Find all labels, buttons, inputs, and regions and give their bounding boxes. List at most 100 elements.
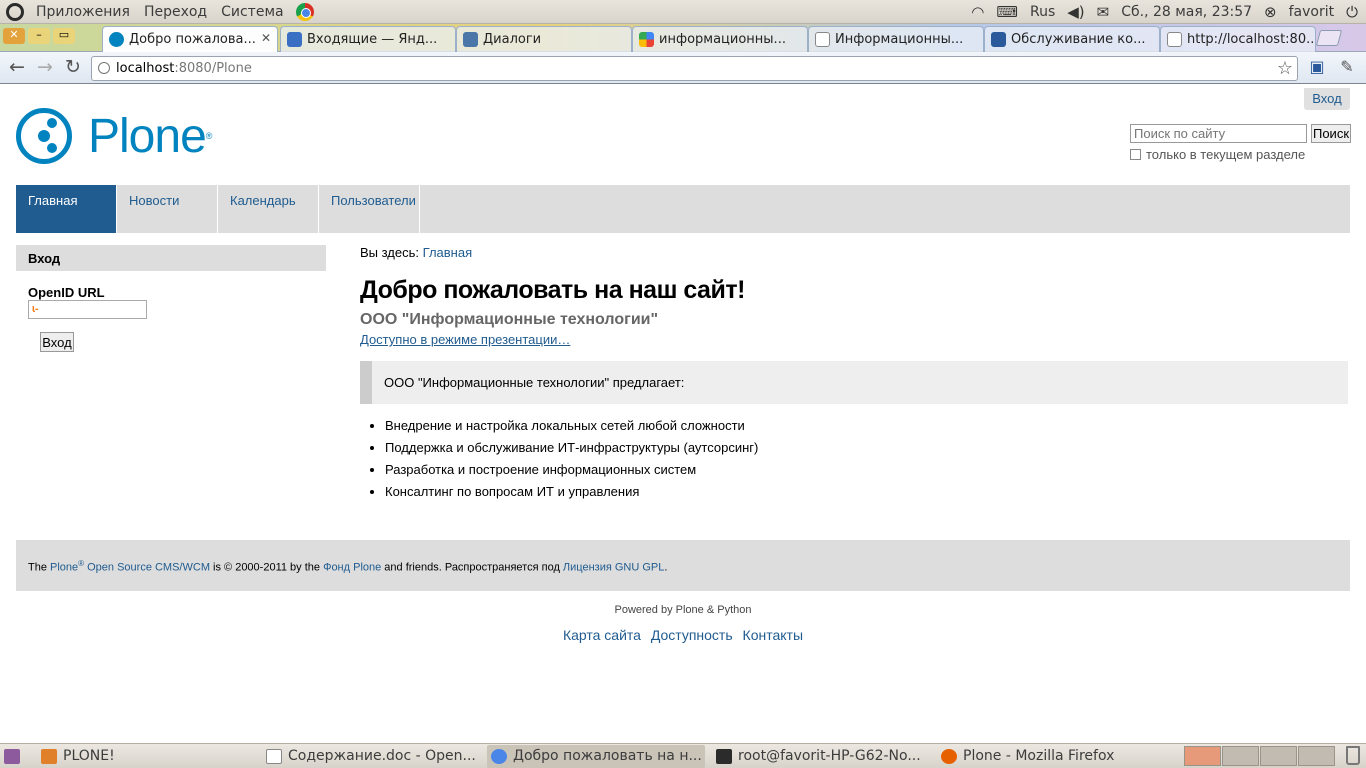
global-navigation: Главная Новости Календарь Пользователи <box>16 185 1350 233</box>
wifi-icon[interactable]: ◠ <box>971 3 984 21</box>
tab-1[interactable]: Входящие — Янд... <box>280 26 456 52</box>
breadcrumb-home-link[interactable]: Главная <box>423 245 472 260</box>
site-logo[interactable]: Plone ® <box>16 107 212 165</box>
page-info-icon[interactable] <box>98 62 110 74</box>
sitemap-link[interactable]: Карта сайта <box>563 627 641 643</box>
forward-icon[interactable]: → <box>34 57 56 79</box>
bookmark-star-icon[interactable]: ☆ <box>1277 57 1293 80</box>
maximize-window-icon[interactable]: ▭ <box>53 28 75 44</box>
taskbar-item[interactable]: Добро пожаловать на н... <box>487 745 705 768</box>
logo-text: Plone <box>88 109 207 163</box>
login-button[interactable]: Вход <box>40 332 74 352</box>
url-path: :8080/Plone <box>174 61 252 76</box>
back-icon[interactable]: ← <box>6 57 28 79</box>
minimize-window-icon[interactable]: – <box>28 28 50 44</box>
services-list: Внедрение и настройка локальных сетей лю… <box>360 418 1348 506</box>
volume-icon[interactable]: ◀) <box>1067 3 1084 21</box>
workspace-2[interactable] <box>1222 746 1259 766</box>
document-icon <box>1167 32 1182 47</box>
url-host: localhost <box>116 61 175 76</box>
clock[interactable]: Сб., 28 мая, 23:57 <box>1121 4 1252 20</box>
folder-icon <box>41 749 57 764</box>
chat-icon <box>463 32 478 47</box>
menu-system[interactable]: Система <box>219 4 285 20</box>
taskbar-item[interactable]: Plone - Mozilla Firefox <box>937 745 1155 768</box>
contact-link[interactable]: Контакты <box>743 627 803 643</box>
tab-users[interactable]: Пользователи <box>319 185 420 233</box>
reload-icon[interactable]: ↻ <box>62 57 84 79</box>
license-link[interactable]: Лицензия GNU GPL <box>563 562 664 574</box>
taskbar-item[interactable]: root@favorit-HP-G62-No... <box>712 745 930 768</box>
workspace-3[interactable] <box>1260 746 1297 766</box>
search-form: Поиск только в текущем разделе <box>1130 124 1351 162</box>
extension-icon[interactable]: ▣ <box>1306 57 1328 79</box>
power-icon[interactable]: ⏻ <box>1346 3 1358 21</box>
presentation-mode-link[interactable]: Доступно в режиме презентации… <box>360 332 1348 347</box>
registered-mark: ® <box>205 131 213 141</box>
menu-places[interactable]: Переход <box>142 4 209 20</box>
google-icon <box>639 32 654 47</box>
trash-icon[interactable] <box>1346 746 1360 765</box>
chrome-launcher-icon[interactable] <box>295 2 314 21</box>
mail-icon[interactable]: ✉ <box>1097 3 1110 21</box>
tab-calendar[interactable]: Календарь <box>218 185 319 233</box>
plone-logo-icon <box>16 108 72 164</box>
document-icon <box>815 32 830 47</box>
show-desktop-icon <box>4 749 20 764</box>
keyboard-icon[interactable]: ⌨ <box>996 3 1018 21</box>
tab-news[interactable]: Новости <box>117 185 218 233</box>
tab-home[interactable]: Главная <box>16 185 117 233</box>
taskbar-item-label: Содержание.doc - Open... <box>288 748 476 764</box>
plone-link[interactable]: Plone <box>50 562 78 574</box>
plone-icon <box>109 32 124 47</box>
taskbar-item[interactable]: Содержание.doc - Open... <box>262 745 480 768</box>
tab-6[interactable]: http://localhost:80... <box>1160 26 1316 52</box>
personal-login-link[interactable]: Вход <box>1304 88 1350 110</box>
tab-5[interactable]: Обслуживание ко... <box>984 26 1160 52</box>
taskbar-item-label: Plone - Mozilla Firefox <box>963 748 1115 764</box>
footer-text: . <box>664 561 668 574</box>
bottom-panel: PLONE! Содержание.doc - Open... Добро по… <box>0 743 1366 768</box>
tab-title: информационны... <box>659 32 786 47</box>
search-input[interactable] <box>1130 124 1307 143</box>
workspace-1[interactable] <box>1184 746 1221 766</box>
tab-2[interactable]: Диалоги <box>456 26 632 52</box>
user-name[interactable]: favorit <box>1289 4 1335 20</box>
terminal-icon <box>716 749 732 764</box>
tab-title: Диалоги <box>483 32 542 47</box>
show-desktop-button[interactable] <box>2 745 22 768</box>
taskbar-item[interactable]: PLONE! <box>37 745 255 768</box>
tab-3[interactable]: информационны... <box>632 26 808 52</box>
accessibility-link[interactable]: Доступность <box>651 627 733 643</box>
colophon[interactable]: Powered by Plone & Python <box>0 604 1366 616</box>
menu-applications[interactable]: Приложения <box>34 4 132 20</box>
close-window-icon[interactable]: ✕ <box>3 28 25 44</box>
page-title: Добро пожаловать на наш сайт! <box>360 276 745 304</box>
keyboard-layout[interactable]: Rus <box>1030 4 1055 20</box>
system-tray: ◠ ⌨ Rus ◀) ✉ Сб., 28 мая, 23:57 ⊗ favori… <box>971 3 1358 21</box>
address-bar[interactable]: localhost:8080/Plone ☆ <box>91 56 1298 81</box>
close-tab-icon[interactable]: ✕ <box>261 31 271 45</box>
tab-0[interactable]: Добро пожалова... ✕ <box>102 26 278 52</box>
footer-text: The <box>28 561 51 574</box>
tab-title: http://localhost:80... <box>1187 32 1316 47</box>
user-status-icon[interactable]: ⊗ <box>1264 3 1277 21</box>
list-item: Поддержка и обслуживание ИТ-инфраструкту… <box>385 440 1348 462</box>
plone-foundation-link[interactable]: Фонд Plone <box>323 562 381 574</box>
current-section-checkbox[interactable] <box>1130 149 1141 160</box>
search-button[interactable]: Поиск <box>1311 124 1351 143</box>
document-icon <box>266 749 282 764</box>
ubuntu-logo-icon[interactable] <box>6 2 24 21</box>
openid-icon: ɩ- <box>32 303 39 315</box>
list-item: Консалтинг по вопросам ИТ и управления <box>385 484 1348 506</box>
cms-link[interactable]: Open Source CMS/WCM <box>84 562 210 574</box>
breadcrumb-prefix: Вы здесь: <box>360 245 420 260</box>
tab-4[interactable]: Информационны... <box>808 26 984 52</box>
search-scope-label: только в текущем разделе <box>1146 147 1306 162</box>
wrench-icon[interactable]: ✎ <box>1336 57 1358 79</box>
new-tab-button[interactable] <box>1315 30 1343 46</box>
workspace-4[interactable] <box>1298 746 1335 766</box>
openid-input[interactable]: ɩ- <box>28 300 147 319</box>
mail-icon <box>287 32 302 47</box>
zoho-icon <box>991 32 1006 47</box>
